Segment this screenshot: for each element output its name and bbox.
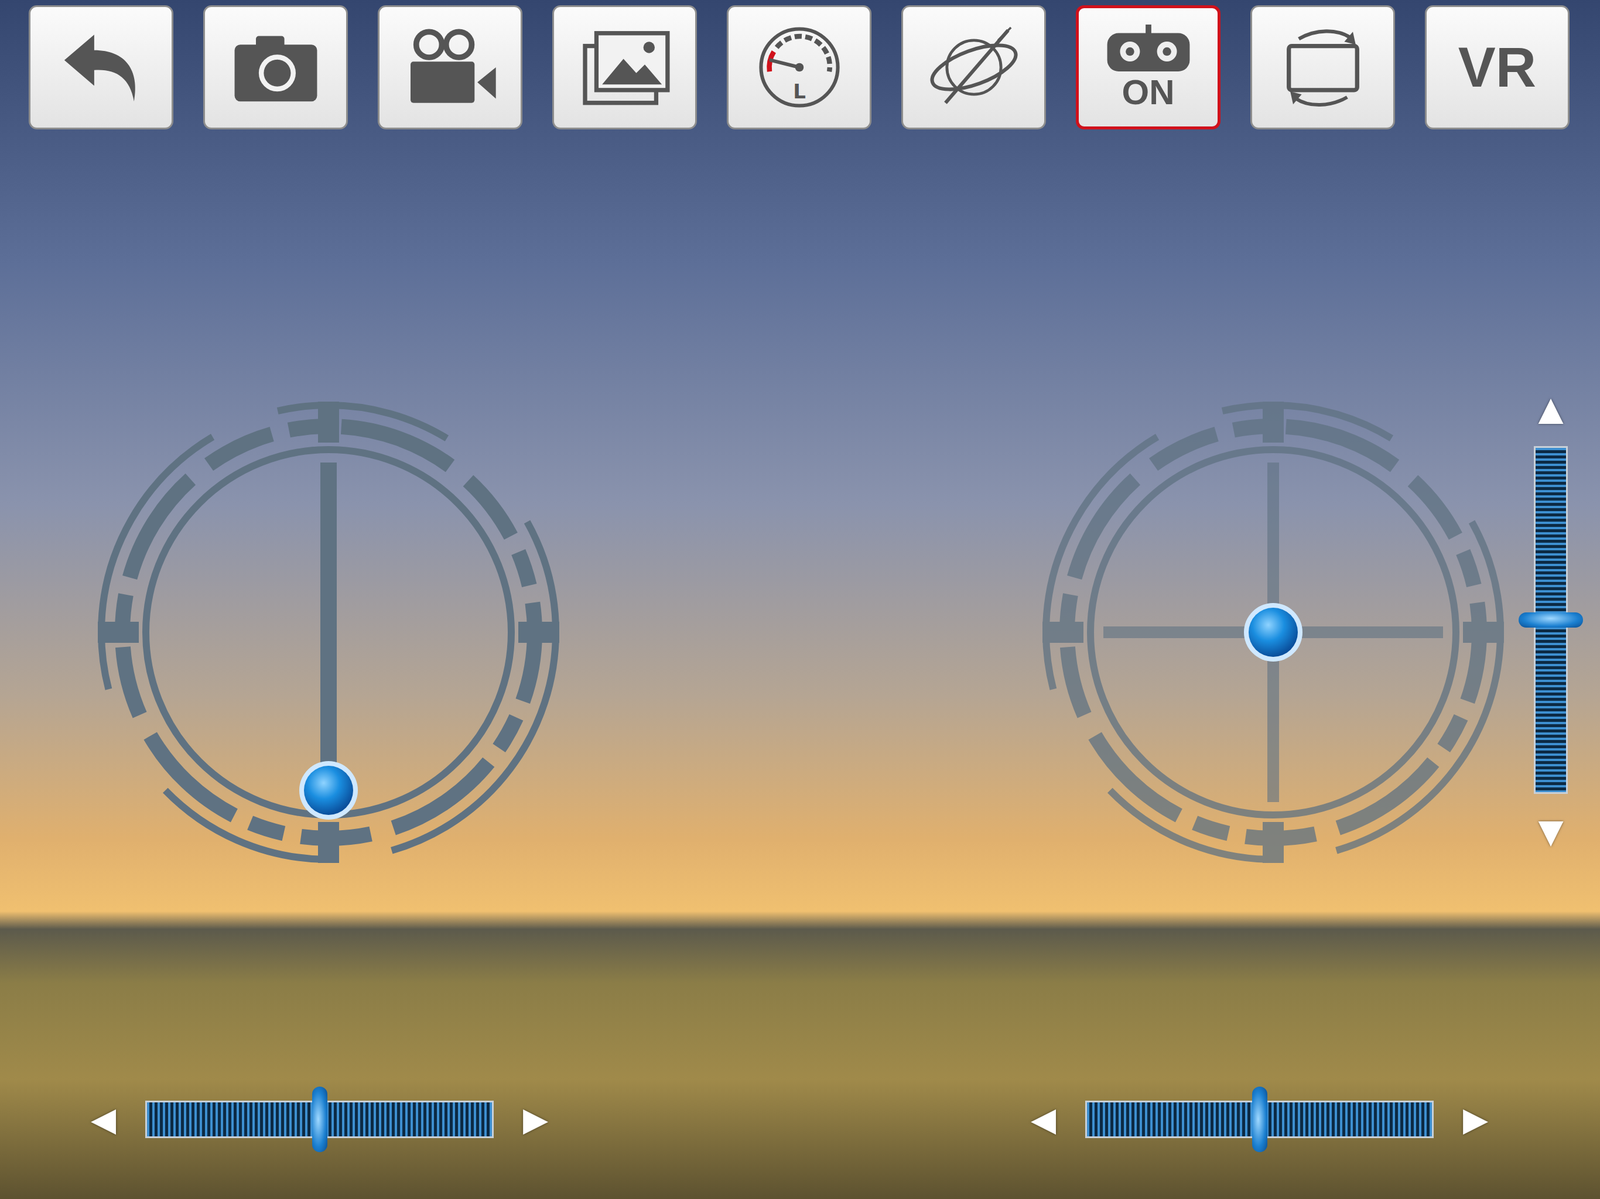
- gyro-button[interactable]: [901, 5, 1046, 130]
- trim-down-button[interactable]: ▼: [1537, 815, 1564, 849]
- vr-button[interactable]: VR: [1424, 5, 1570, 130]
- remote-controller-icon: [1098, 22, 1199, 74]
- throttle-trim-slider: ▲▼: [1527, 392, 1575, 849]
- drone-control-screen: LONVR▲▼◀▶◀▶: [0, 0, 1600, 1199]
- left-joystick[interactable]: [94, 398, 563, 867]
- gallery-icon: [575, 24, 675, 111]
- back-arrow-icon: [51, 24, 152, 111]
- trim-up-button[interactable]: ▲: [1537, 392, 1564, 426]
- speed-gauge-icon: L: [749, 24, 850, 111]
- vertical-trim-handle[interactable]: [1518, 612, 1584, 628]
- joystick-ring: [1038, 398, 1508, 867]
- horizontal-trim-handle[interactable]: [312, 1086, 328, 1153]
- rotate-screen-icon: [1273, 24, 1373, 111]
- video-camera-icon: [400, 24, 501, 111]
- joystick-knob[interactable]: [1243, 603, 1303, 662]
- controller-button[interactable]: ON: [1075, 5, 1221, 130]
- toolbar: L ON VR: [0, 0, 1600, 130]
- right-joystick[interactable]: [1038, 398, 1508, 867]
- camera-icon: [226, 24, 326, 111]
- rotate-button[interactable]: [1250, 5, 1396, 130]
- horizontal-trim-track[interactable]: [145, 1101, 494, 1139]
- speed-button[interactable]: L: [726, 5, 872, 130]
- horizontal-trim: ◀▶: [1030, 1101, 1489, 1139]
- vr-label: VR: [1458, 35, 1537, 100]
- trim-right-button[interactable]: ▶: [522, 1103, 549, 1137]
- video-button[interactable]: [377, 5, 523, 130]
- trim-right-button[interactable]: ▶: [1462, 1103, 1489, 1137]
- back-button[interactable]: [28, 5, 174, 130]
- horizontal-trim-track[interactable]: [1085, 1101, 1434, 1139]
- horizontal-trim-handle[interactable]: [1252, 1086, 1268, 1153]
- controller-mode: ON: [1098, 22, 1199, 112]
- horizontal-trim: ◀▶: [90, 1101, 549, 1139]
- photo-button[interactable]: [203, 5, 348, 130]
- trim-left-button[interactable]: ◀: [1030, 1103, 1056, 1137]
- joystick-knob[interactable]: [299, 761, 358, 820]
- svg-text:L: L: [792, 79, 806, 104]
- gyro-orbit-icon: [924, 24, 1024, 111]
- trim-left-button[interactable]: ◀: [90, 1103, 116, 1137]
- gallery-button[interactable]: [552, 5, 697, 130]
- controller-state-label: ON: [1122, 73, 1175, 112]
- vertical-trim-track[interactable]: [1533, 446, 1568, 795]
- camera-feed: [0, 0, 1600, 1199]
- joystick-ring: [94, 398, 563, 867]
